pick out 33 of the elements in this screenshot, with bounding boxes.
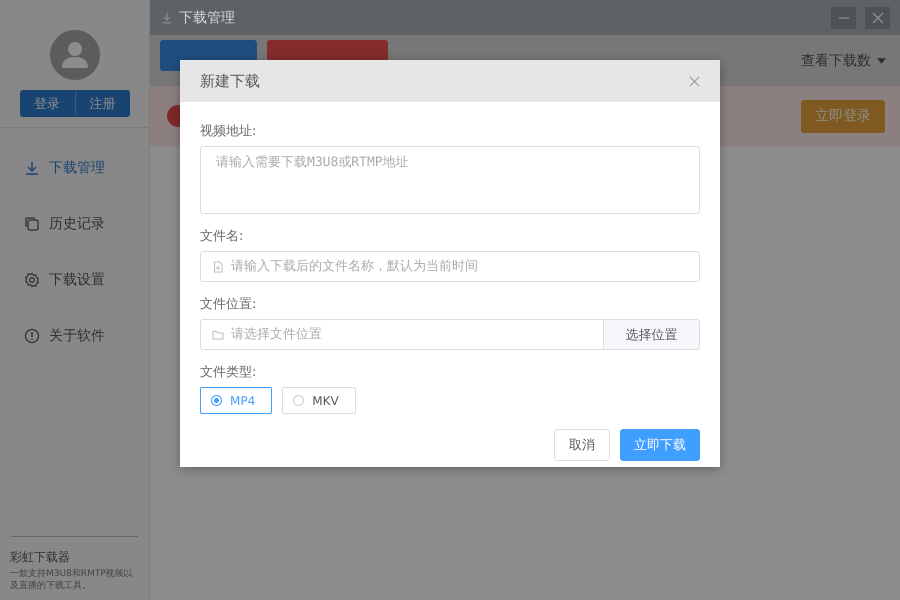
download-now-button[interactable]: 立即下载 <box>620 429 700 461</box>
close-icon <box>872 12 884 24</box>
cancel-button[interactable]: 取消 <box>554 429 610 461</box>
settings-icon <box>24 272 40 288</box>
field-label: 视频地址: <box>200 123 258 140</box>
window-title: 下载管理 <box>179 8 235 26</box>
login-now-button[interactable]: 立即登录 <box>801 100 885 132</box>
sidebar-item[interactable]: 下载设置 <box>0 252 149 308</box>
register-button[interactable]: 注册 <box>74 90 130 117</box>
field-label: 文件位置: <box>200 296 258 313</box>
minimize-button[interactable] <box>831 6 856 28</box>
avatar-icon <box>50 30 100 80</box>
close-button[interactable] <box>865 6 890 28</box>
download-icon <box>160 10 174 24</box>
close-button[interactable] <box>689 76 700 86</box>
sidebar-item[interactable]: 关于软件 <box>0 308 149 364</box>
field-label: 文件名: <box>200 228 244 245</box>
sidebar-item[interactable]: 历史记录 <box>0 196 149 252</box>
download-icon <box>24 160 40 176</box>
field-label: 文件类型: <box>200 364 258 381</box>
download-count-dropdown[interactable]: 查看下载数 <box>801 52 886 70</box>
dialog-title: 新建下载 <box>200 72 260 90</box>
file-name-field[interactable]: 请输入下载后的文件名称，默认为当前时间 <box>200 251 700 282</box>
video-address-field[interactable]: 请输入需要下载M3U8或RTMP地址 <box>200 146 700 214</box>
caret-icon <box>877 58 886 64</box>
choose-location-button[interactable]: 选择位置 <box>604 319 700 350</box>
file-location-field[interactable]: 请选择文件位置 <box>200 319 604 350</box>
info-icon <box>24 328 40 344</box>
file-type-radio[interactable]: MP4 <box>200 387 272 414</box>
copy-icon <box>24 216 40 232</box>
sidebar-item[interactable]: 下载管理 <box>0 140 149 196</box>
file-type-radio[interactable]: MKV <box>282 387 356 414</box>
app-name: 彩虹下载器 <box>10 549 70 566</box>
